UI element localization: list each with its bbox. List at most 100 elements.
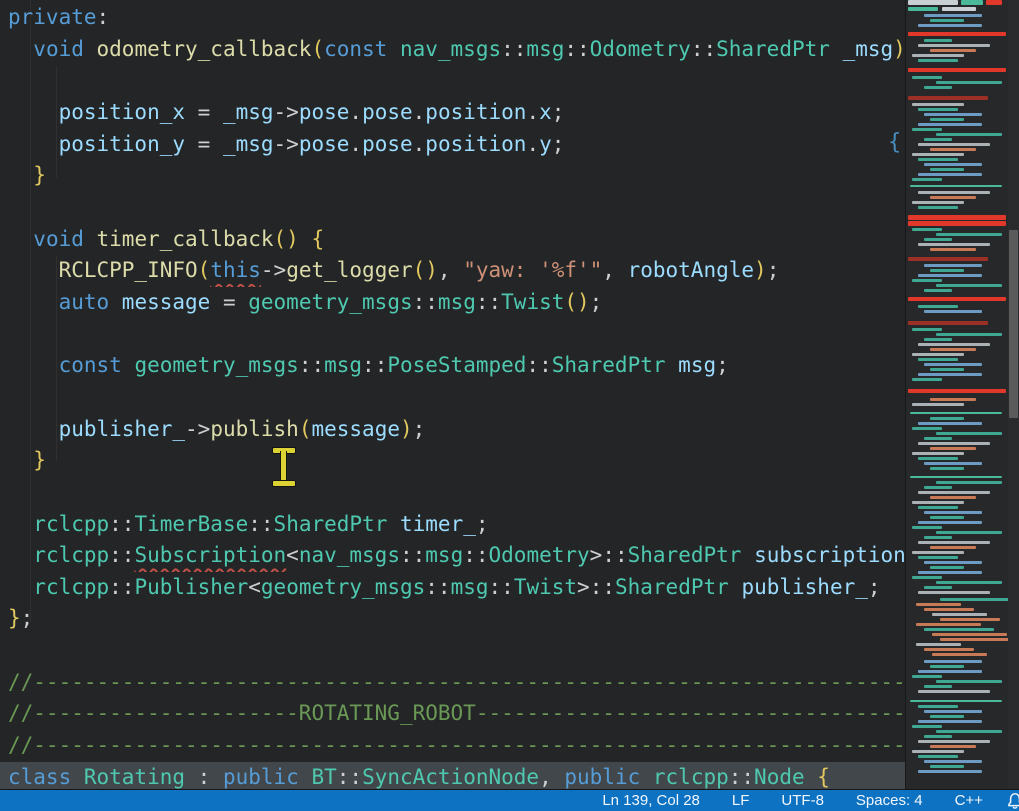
status-bar: Ln 139, Col 28 LF UTF-8 Spaces: 4 C++: [0, 789, 1019, 811]
code-token: ;: [868, 575, 881, 599]
code-token: [830, 37, 843, 61]
minimap[interactable]: [905, 0, 1009, 789]
minimap-line: [918, 521, 982, 524]
code-token: RCLCPP_INFO: [59, 258, 198, 282]
code-token: ->: [261, 258, 286, 282]
code-token: ->: [274, 132, 299, 156]
code-token: ::: [691, 37, 716, 61]
code-line[interactable]: [0, 635, 905, 667]
minimap-line: [924, 760, 982, 763]
minimap-line: [916, 623, 981, 626]
code-token: () {: [274, 227, 325, 251]
code-line[interactable]: [0, 477, 905, 509]
code-area[interactable]: private: void odometry_callback(const na…: [0, 2, 905, 789]
code-line[interactable]: auto message = geometry_msgs::msg::Twist…: [0, 287, 905, 319]
code-token: [8, 227, 33, 251]
minimap-line: [924, 586, 952, 589]
code-token: ::: [476, 290, 501, 314]
code-token: timer_callback: [97, 227, 274, 251]
minimap-line: [916, 643, 961, 646]
status-encoding[interactable]: UTF-8: [781, 792, 824, 809]
minimap-line: [908, 68, 1006, 72]
code-token: ::: [248, 512, 273, 536]
code-token: ): [754, 258, 767, 282]
code-line[interactable]: rclcpp::Subscription<nav_msgs::msg::Odom…: [0, 540, 905, 572]
code-token: pose: [362, 100, 413, 124]
code-line[interactable]: const geometry_msgs::msg::PoseStamped::S…: [0, 350, 905, 382]
status-indentation[interactable]: Spaces: 4: [856, 792, 923, 809]
minimap-line: [924, 363, 982, 366]
code-line[interactable]: position_y = _msg->pose.pose.position.y;: [0, 129, 905, 161]
status-cursor-position[interactable]: Ln 139, Col 28: [602, 792, 700, 809]
code-line[interactable]: RCLCPP_INFO(this->get_logger(), "yaw: '%…: [0, 255, 905, 287]
code-token: pose: [299, 100, 350, 124]
scrollbar-thumb[interactable]: [1009, 230, 1018, 418]
scrollbar-track[interactable]: [1008, 0, 1019, 789]
minimap-line: [924, 710, 982, 713]
minimap-line: [910, 412, 1002, 414]
minimap-line: [930, 19, 964, 22]
code-token: get_logger: [286, 258, 412, 282]
code-token: subscription_: [754, 543, 905, 567]
code-token: =: [185, 132, 223, 156]
code-token: SharedPtr: [274, 512, 388, 536]
notifications-bell-icon[interactable]: [1006, 792, 1019, 810]
code-token: Odometry: [489, 543, 590, 567]
code-token: SharedPtr: [615, 575, 729, 599]
code-line[interactable]: };: [0, 603, 905, 635]
code-line[interactable]: [0, 319, 905, 351]
code-token: msg: [425, 543, 463, 567]
code-editor[interactable]: private: void odometry_callback(const na…: [0, 0, 905, 789]
code-token: [8, 100, 59, 124]
minimap-line: [930, 546, 976, 549]
code-line[interactable]: class Rotating : public BT::SyncActionNo…: [0, 762, 905, 789]
status-eol-sequence[interactable]: LF: [732, 792, 750, 809]
code-token: :: [97, 5, 110, 29]
minimap-line: [918, 243, 990, 246]
code-line[interactable]: [0, 65, 905, 97]
minimap-line: [918, 358, 958, 361]
minimap-line: [908, 297, 1006, 301]
code-token: ::: [729, 765, 754, 789]
code-token: .: [526, 100, 539, 124]
minimap-line: [930, 148, 976, 151]
code-token: ::: [489, 575, 514, 599]
code-line[interactable]: //---------------------ROTATING_ROBOT---…: [0, 698, 905, 730]
code-line[interactable]: position_x = _msg->pose.pose.position.x;: [0, 97, 905, 129]
minimap-line: [918, 24, 982, 27]
code-token: class: [8, 765, 84, 789]
code-token: const: [59, 353, 135, 377]
minimap-line: [918, 59, 958, 62]
code-line[interactable]: }: [0, 160, 905, 192]
code-line[interactable]: private:: [0, 2, 905, 34]
minimap-line: [936, 680, 1002, 683]
code-token: ->: [274, 100, 299, 124]
minimap-line: [912, 750, 964, 753]
minimap-line: [912, 551, 964, 554]
minimap-line: [916, 603, 961, 606]
code-line[interactable]: //--------------------------------------…: [0, 667, 905, 699]
code-token: ::: [602, 543, 627, 567]
status-language-mode[interactable]: C++: [955, 792, 983, 809]
code-line[interactable]: publisher_->publish(message);: [0, 414, 905, 446]
minimap-line: [918, 670, 982, 673]
code-line[interactable]: //--------------------------------------…: [0, 730, 905, 762]
minimap-line: [918, 173, 982, 176]
code-line[interactable]: void timer_callback() {: [0, 224, 905, 256]
code-line[interactable]: rclcpp::Publisher<geometry_msgs::msg::Tw…: [0, 572, 905, 604]
code-line[interactable]: [0, 192, 905, 224]
minimap-line: [924, 486, 952, 489]
minimap-line: [930, 348, 976, 351]
code-token: ;: [476, 512, 489, 536]
minimap-line: [912, 452, 964, 455]
code-line[interactable]: }: [0, 445, 905, 477]
minimap-line: [912, 725, 942, 728]
minimap-line: [940, 598, 1009, 601]
code-token: Rotating: [84, 765, 185, 789]
code-line[interactable]: [0, 382, 905, 414]
code-line[interactable]: rclcpp::TimerBase::SharedPtr timer_;: [0, 509, 905, 541]
minimap-line: [932, 613, 987, 616]
code-line[interactable]: void odometry_callback(const nav_msgs::m…: [0, 34, 905, 66]
code-token: position: [425, 132, 526, 156]
minimap-line: [918, 740, 990, 743]
